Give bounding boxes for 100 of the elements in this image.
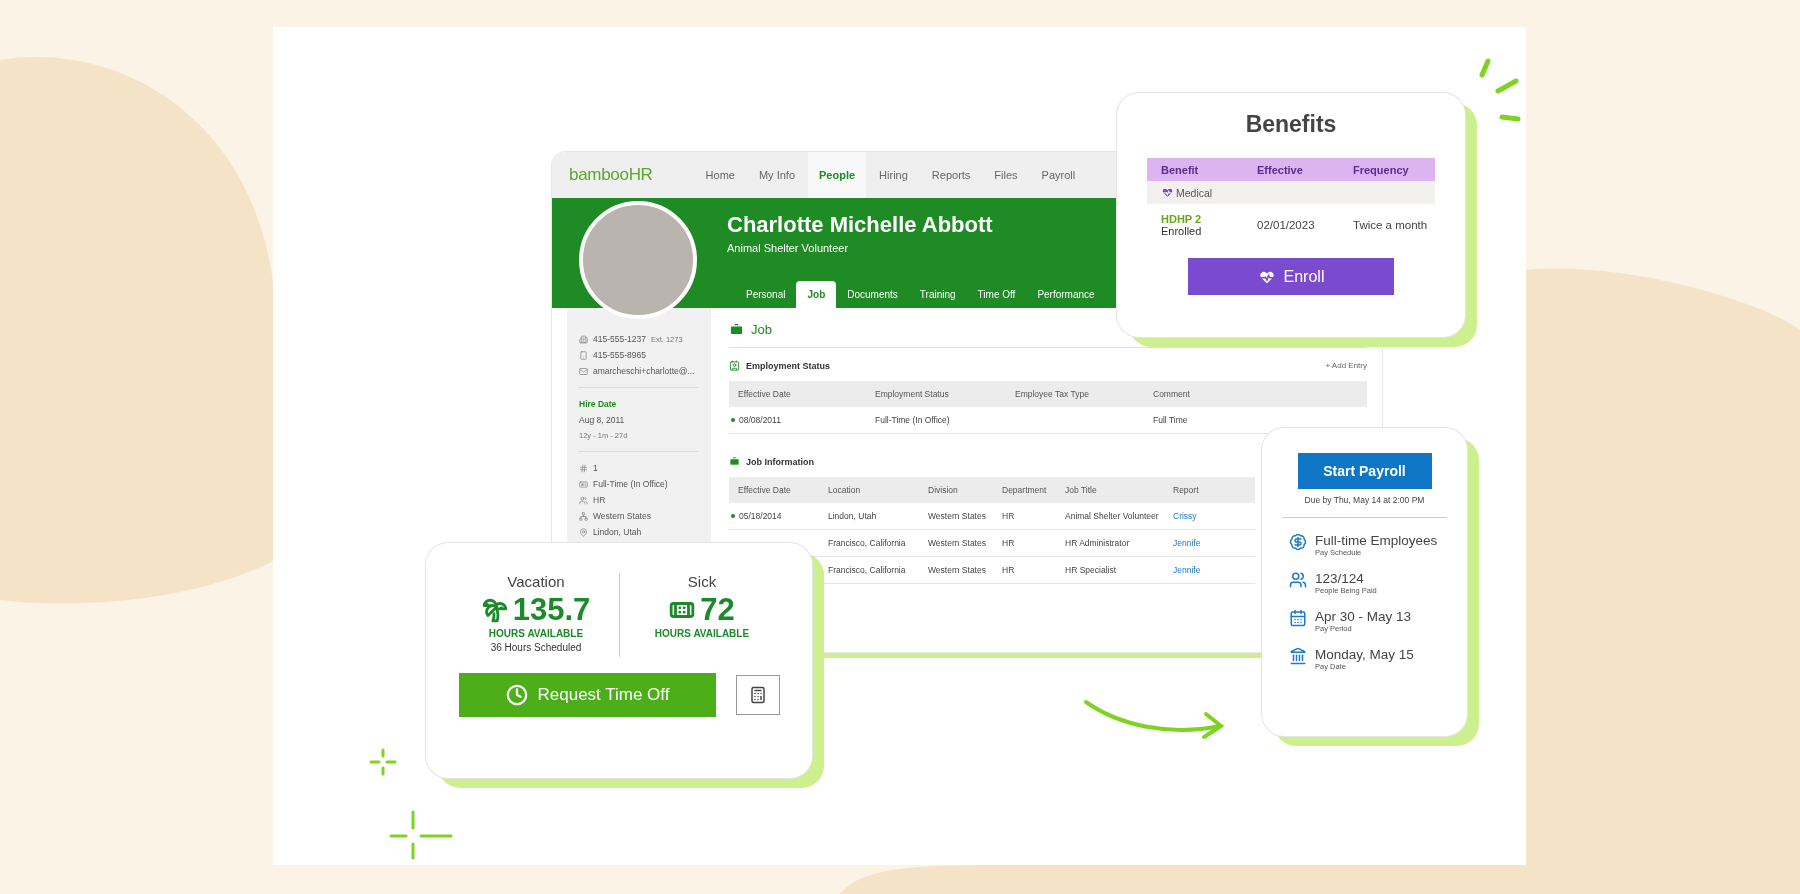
nav-link[interactable]: My Info — [747, 152, 806, 198]
table-cell: Francisco, California — [819, 557, 919, 584]
column-header: Report — [1164, 477, 1255, 503]
nav-link[interactable]: People — [808, 152, 867, 198]
section-title: Job — [751, 322, 772, 337]
badge-icon — [579, 479, 588, 489]
enroll-button[interactable]: Enroll — [1188, 258, 1394, 295]
table-cell: HR Administrator — [1056, 530, 1164, 557]
add-entry-link[interactable]: + Add Entry — [1325, 361, 1367, 370]
start-payroll-button[interactable]: Start Payroll — [1297, 453, 1432, 489]
sidebar-text: Lindon, Utah — [593, 527, 642, 537]
column-header: Effective — [1243, 158, 1339, 181]
hours-unit: HOURS AVAILABLE — [488, 628, 584, 639]
heart-pulse-icon — [1161, 186, 1174, 199]
sidebar-text: 415-555-8965 — [593, 350, 646, 360]
employee-name: Charlotte Michelle Abbott — [727, 212, 993, 238]
subsection-title: Job Information — [746, 456, 814, 467]
table-cell: Francisco, California — [819, 530, 919, 557]
hours-unit: HOURS AVAILABLE — [654, 628, 750, 639]
profile-tab[interactable]: Training — [908, 281, 967, 308]
nav-link[interactable]: Home — [694, 152, 746, 198]
report-link[interactable]: Crissy — [1164, 503, 1255, 530]
table-cell: HR — [993, 530, 1056, 557]
sidebar-text: 415-555-1237 — [593, 334, 646, 344]
column-header: Employment Status — [866, 381, 1006, 407]
sidebar-text: Western States — [593, 511, 651, 521]
enrollment-status: Enrolled — [1161, 225, 1203, 237]
column-header: Job Title — [1056, 477, 1164, 503]
bank-icon — [1289, 647, 1307, 665]
hire-date-label: Hire Date — [579, 399, 618, 409]
report-link[interactable]: Jennife — [1164, 530, 1255, 557]
profile-tab[interactable]: Time Off — [966, 281, 1027, 308]
column-header: Benefit — [1147, 158, 1243, 181]
sidebar-text: 1 — [593, 463, 598, 473]
dollar-badge-icon — [1289, 533, 1307, 551]
balance-label: Vacation — [507, 573, 565, 590]
request-time-off-button[interactable]: Request Time Off — [459, 673, 716, 717]
table-cell: Western States — [919, 503, 993, 530]
calculator-icon — [749, 686, 767, 704]
table-cell: HR — [993, 557, 1056, 584]
subsection-title: Employment Status — [746, 360, 830, 371]
balance-label: Sick — [687, 573, 717, 590]
id-card-icon — [729, 360, 740, 371]
nav-link[interactable]: Hiring — [868, 152, 919, 198]
hash-icon — [579, 463, 588, 473]
table-cell: 08/08/2011 — [729, 407, 866, 434]
org-chart-icon — [579, 511, 588, 521]
column-header: Department — [993, 477, 1056, 503]
column-header: Division — [919, 477, 993, 503]
payroll-value: Full-time Employees — [1315, 533, 1438, 548]
payroll-value: Apr 30 - May 13 — [1315, 609, 1412, 624]
table-cell: HR — [993, 503, 1056, 530]
table-cell: Full-Time (In Office) — [866, 407, 1006, 434]
payroll-value: 123/124 — [1315, 571, 1365, 586]
hours-value: 72 — [700, 592, 735, 628]
clock-icon — [505, 684, 528, 706]
column-header: Comment — [1144, 381, 1367, 407]
phone-icon — [579, 350, 588, 360]
column-header: Effective Date — [729, 381, 866, 407]
building-icon — [579, 334, 588, 344]
calendar-icon — [1289, 609, 1307, 627]
benefit-group: Medical — [1176, 186, 1213, 199]
mail-icon — [579, 366, 588, 376]
frequency-text: Twice a month — [1353, 219, 1429, 231]
column-header: Effective Date — [729, 477, 819, 503]
plan-name: HDHP 2 — [1161, 213, 1203, 225]
nav-link[interactable]: Files — [983, 152, 1029, 198]
briefcase-icon — [729, 322, 744, 337]
sidebar-text: amarcheschi+charlotte@... — [593, 366, 695, 376]
map-pin-icon — [579, 527, 588, 537]
profile-tab[interactable]: Personal — [735, 281, 797, 308]
profile-tab[interactable]: Performance — [1026, 281, 1106, 308]
table-cell: 05/18/2014 — [729, 503, 819, 530]
calculator-button[interactable] — [736, 675, 780, 715]
table-cell: Lindon, Utah — [819, 503, 919, 530]
card-title: Benefits — [1244, 111, 1338, 138]
column-header: Employee Tax Type — [1006, 381, 1144, 407]
nav-link[interactable]: Payroll — [1030, 152, 1087, 198]
column-header: Frequency — [1339, 158, 1435, 181]
sidebar-text: HR — [593, 495, 606, 505]
due-text: Due by Thu, May 14 at 2:00 PM — [1303, 495, 1426, 505]
job-title: Animal Shelter Volunteer — [727, 242, 849, 254]
report-link[interactable]: Jennife — [1164, 557, 1255, 584]
hours-value: 135.7 — [512, 592, 591, 628]
table-cell: HR Specialist — [1056, 557, 1164, 584]
profile-tab[interactable]: Documents — [836, 281, 909, 308]
payroll-value: Monday, May 15 — [1315, 647, 1414, 662]
people-icon — [579, 495, 588, 505]
hire-date: Aug 8, 2011 — [579, 415, 626, 425]
table-cell: Western States — [919, 557, 993, 584]
effective-date: 02/01/2023 — [1257, 219, 1316, 231]
palm-tree-icon — [481, 597, 508, 623]
scheduled-text: 36 Hours Scheduled — [490, 642, 582, 653]
table-cell: Animal Shelter Volunteer — [1056, 503, 1164, 530]
column-header: Location — [819, 477, 919, 503]
profile-tab[interactable]: Job — [796, 281, 837, 308]
people-icon — [1289, 571, 1307, 589]
table-cell: Western States — [919, 530, 993, 557]
logo: bambooHR — [569, 164, 653, 186]
nav-link[interactable]: Reports — [920, 152, 982, 198]
